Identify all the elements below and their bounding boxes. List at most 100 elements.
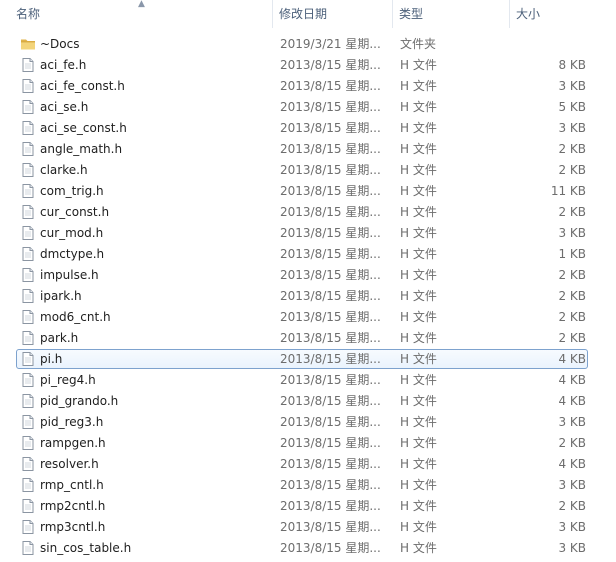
file-modified-date: 2013/8/15 星期... [280, 331, 381, 345]
file-name: aci_se_const.h [40, 121, 127, 135]
file-icon [20, 183, 36, 199]
file-row[interactable]: clarke.h 2013/8/15 星期... H 文件 2 KB [0, 160, 616, 181]
file-size [510, 34, 586, 55]
file-row[interactable]: impulse.h 2013/8/15 星期... H 文件 2 KB [0, 265, 616, 286]
file-row[interactable]: rmp2cntl.h 2013/8/15 星期... H 文件 2 KB [0, 496, 616, 517]
file-size: 3 KB [558, 226, 586, 240]
file-name: rmp_cntl.h [40, 478, 104, 492]
file-row[interactable]: pi.h 2013/8/15 星期... H 文件 4 KB [0, 349, 616, 370]
file-modified-date: 2013/8/15 星期... [280, 79, 381, 93]
file-modified-date: 2013/8/15 星期... [280, 436, 381, 450]
file-row[interactable]: pi_reg4.h 2013/8/15 星期... H 文件 4 KB [0, 370, 616, 391]
file-name: angle_math.h [40, 142, 123, 156]
sort-ascending-icon: ▲ [138, 0, 145, 9]
column-header-bar: ▲ 名称 修改日期 类型 大小 [0, 0, 616, 28]
file-name: dmctype.h [40, 247, 105, 261]
file-modified-date: 2013/8/15 星期... [280, 520, 381, 534]
file-row[interactable]: com_trig.h 2013/8/15 星期... H 文件 11 KB [0, 181, 616, 202]
file-type: H 文件 [400, 205, 437, 219]
file-row[interactable]: angle_math.h 2013/8/15 星期... H 文件 2 KB [0, 139, 616, 160]
file-icon [20, 309, 36, 325]
file-row[interactable]: sin_cos_table.h 2013/8/15 星期... H 文件 3 KB [0, 538, 616, 559]
file-icon [20, 288, 36, 304]
file-row[interactable]: aci_fe.h 2013/8/15 星期... H 文件 8 KB [0, 55, 616, 76]
file-row[interactable]: pid_reg3.h 2013/8/15 星期... H 文件 3 KB [0, 412, 616, 433]
file-size: 2 KB [558, 205, 586, 219]
column-header-size[interactable]: 大小 [510, 0, 616, 28]
file-modified-date: 2013/8/15 星期... [280, 478, 381, 492]
file-type: H 文件 [400, 268, 437, 282]
file-modified-date: 2013/8/15 星期... [280, 541, 381, 555]
file-row[interactable]: rampgen.h 2013/8/15 星期... H 文件 2 KB [0, 433, 616, 454]
file-size: 3 KB [558, 541, 586, 555]
file-icon [20, 498, 36, 514]
file-icon [20, 141, 36, 157]
file-row[interactable]: mod6_cnt.h 2013/8/15 星期... H 文件 2 KB [0, 307, 616, 328]
file-icon [20, 519, 36, 535]
file-size: 2 KB [558, 142, 586, 156]
file-modified-date: 2013/8/15 星期... [280, 373, 381, 387]
file-type: H 文件 [400, 436, 437, 450]
file-row[interactable]: park.h 2013/8/15 星期... H 文件 2 KB [0, 328, 616, 349]
column-header-name-label: 名称 [16, 7, 41, 21]
file-size: 2 KB [558, 163, 586, 177]
file-name: pid_grando.h [40, 394, 119, 408]
file-list: ~Docs 2019/3/21 星期... 文件夹 aci_fe.h 2013/8/15… [0, 34, 616, 559]
file-type: H 文件 [400, 394, 437, 408]
file-row[interactable]: cur_const.h 2013/8/15 星期... H 文件 2 KB [0, 202, 616, 223]
file-name: resolver.h [40, 457, 99, 471]
file-type: H 文件 [400, 79, 437, 93]
file-size: 11 KB [550, 184, 586, 198]
file-type: H 文件 [400, 142, 437, 156]
file-icon [20, 456, 36, 472]
file-icon [20, 477, 36, 493]
file-row[interactable]: pid_grando.h 2013/8/15 星期... H 文件 4 KB [0, 391, 616, 412]
file-type: H 文件 [400, 289, 437, 303]
file-row[interactable]: resolver.h 2013/8/15 星期... H 文件 4 KB [0, 454, 616, 475]
file-name: rmp2cntl.h [40, 499, 106, 513]
file-row[interactable]: cur_mod.h 2013/8/15 星期... H 文件 3 KB [0, 223, 616, 244]
file-row[interactable]: ~Docs 2019/3/21 星期... 文件夹 [0, 34, 616, 55]
column-header-type[interactable]: 类型 [393, 0, 510, 28]
file-size: 4 KB [558, 457, 586, 471]
file-size: 4 KB [558, 352, 586, 366]
file-type: H 文件 [400, 352, 437, 366]
file-size: 3 KB [558, 415, 586, 429]
file-row[interactable]: rmp3cntl.h 2013/8/15 星期... H 文件 3 KB [0, 517, 616, 538]
column-header-date[interactable]: 修改日期 [273, 0, 393, 28]
file-row[interactable]: rmp_cntl.h 2013/8/15 星期... H 文件 3 KB [0, 475, 616, 496]
file-type: H 文件 [400, 310, 437, 324]
file-name: mod6_cnt.h [40, 310, 111, 324]
file-row[interactable]: aci_fe_const.h 2013/8/15 星期... H 文件 3 KB [0, 76, 616, 97]
file-modified-date: 2013/8/15 星期... [280, 247, 381, 261]
file-icon [20, 225, 36, 241]
file-type: H 文件 [400, 520, 437, 534]
file-icon [20, 204, 36, 220]
file-modified-date: 2013/8/15 星期... [280, 226, 381, 240]
file-name: pi_reg4.h [40, 373, 96, 387]
file-type: H 文件 [400, 121, 437, 135]
file-name: cur_mod.h [40, 226, 104, 240]
column-header-name[interactable]: ▲ 名称 [0, 0, 273, 28]
file-size: 2 KB [558, 331, 586, 345]
file-type: H 文件 [400, 331, 437, 345]
file-row[interactable]: aci_se.h 2013/8/15 星期... H 文件 5 KB [0, 97, 616, 118]
folder-icon [20, 36, 36, 52]
file-modified-date: 2013/8/15 星期... [280, 310, 381, 324]
file-icon [20, 540, 36, 556]
file-icon [20, 120, 36, 136]
file-modified-date: 2013/8/15 星期... [280, 457, 381, 471]
file-modified-date: 2013/8/15 星期... [280, 142, 381, 156]
file-type: H 文件 [400, 58, 437, 72]
file-type: H 文件 [400, 226, 437, 240]
file-name: ipark.h [40, 289, 82, 303]
column-header-date-label: 修改日期 [279, 7, 328, 21]
file-name: rmp3cntl.h [40, 520, 106, 534]
file-type: 文件夹 [400, 37, 437, 51]
file-type: H 文件 [400, 457, 437, 471]
file-row[interactable]: ipark.h 2013/8/15 星期... H 文件 2 KB [0, 286, 616, 307]
file-row[interactable]: aci_se_const.h 2013/8/15 星期... H 文件 3 KB [0, 118, 616, 139]
file-row[interactable]: dmctype.h 2013/8/15 星期... H 文件 1 KB [0, 244, 616, 265]
file-modified-date: 2013/8/15 星期... [280, 289, 381, 303]
file-modified-date: 2019/3/21 星期... [280, 37, 381, 51]
